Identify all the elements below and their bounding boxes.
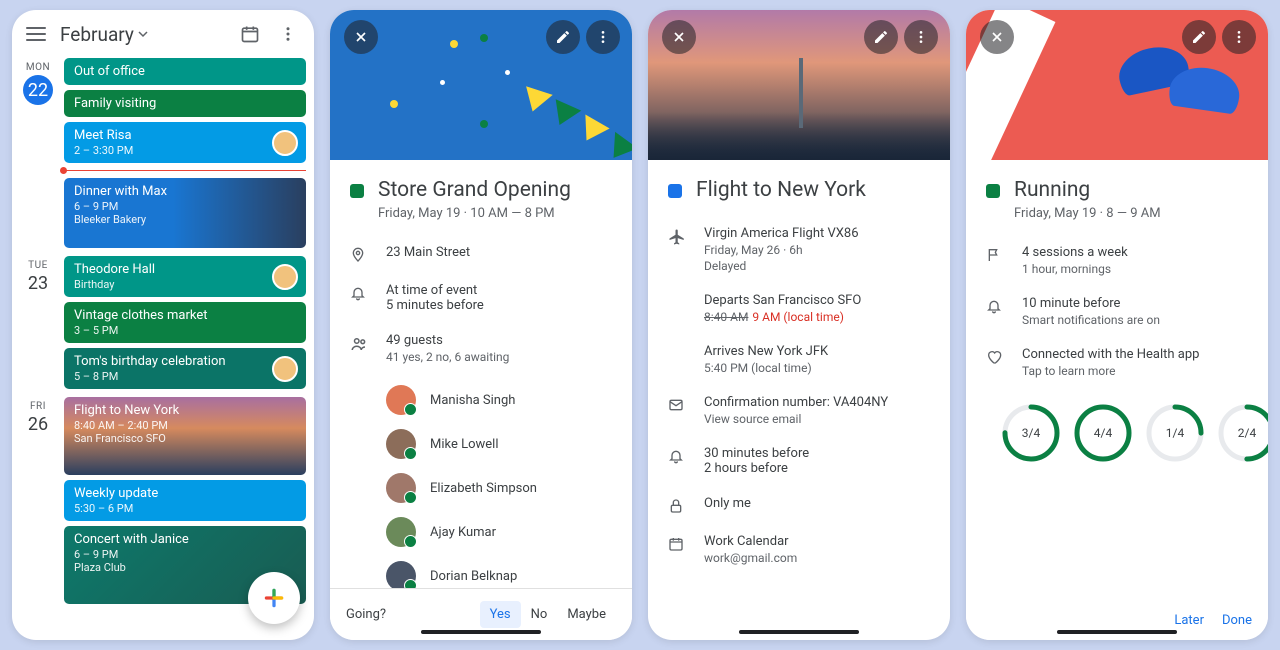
goal-title-block: Running Friday, May 19 · 8 — 9 AM (966, 160, 1268, 235)
avatar (386, 561, 416, 591)
avatar (386, 429, 416, 459)
event-chip[interactable]: Weekly update5:30 – 6 PM (64, 480, 306, 521)
arrival-row: Arrives New York JFK5:40 PM (local time) (668, 334, 930, 385)
home-indicator (739, 630, 859, 634)
event-hero (330, 10, 632, 160)
goal-datetime: Friday, May 19 · 8 — 9 AM (1014, 206, 1161, 221)
goal-detail-screen: Running Friday, May 19 · 8 — 9 AM 4 sessi… (966, 10, 1268, 640)
progress-ring: 1/4 (1146, 404, 1204, 462)
event-chip[interactable]: Out of office (64, 58, 306, 85)
event-chip[interactable]: Vintage clothes market3 – 5 PM (64, 302, 306, 343)
rsvp-no[interactable]: No (521, 601, 558, 628)
notification-row[interactable]: 10 minute beforeSmart notifications are … (986, 286, 1248, 337)
avatar (386, 517, 416, 547)
event-title-block: Store Grand Opening Friday, May 19 · 10 A… (330, 160, 632, 235)
goal-title: Running (1014, 178, 1161, 202)
bell-icon (668, 446, 686, 476)
calendar-color-icon (350, 184, 364, 198)
confirmation-row[interactable]: Confirmation number: VA404NYView source … (668, 385, 930, 436)
bell-icon (350, 283, 368, 313)
goal-hero (966, 10, 1268, 160)
guest-item[interactable]: Ajay Kumar (386, 510, 632, 554)
bell-icon (986, 296, 1004, 327)
today-icon[interactable] (238, 22, 262, 46)
flight-title-block: Flight to New York (648, 160, 950, 216)
event-chip[interactable]: Theodore HallBirthday (64, 256, 306, 297)
calendar-color-icon (986, 184, 1000, 198)
event-chip[interactable]: Meet Risa2 – 3:30 PM (64, 122, 306, 163)
more-icon[interactable] (586, 20, 620, 54)
event-chip[interactable]: Tom's birthday celebration5 – 8 PM (64, 348, 306, 389)
calendar-icon (668, 534, 686, 565)
event-datetime: Friday, May 19 · 10 AM — 8 PM (378, 206, 571, 221)
health-app-row[interactable]: Connected with the Health appTap to lear… (986, 337, 1248, 388)
guests-row[interactable]: 49 guests41 yes, 2 no, 6 awaiting (350, 323, 612, 374)
notification-row[interactable]: 30 minutes before2 hours before (668, 436, 930, 486)
heart-icon (986, 347, 1004, 378)
event-chip[interactable]: Dinner with Max6 – 9 PMBleeker Bakery (64, 178, 306, 248)
departure-row: Departs San Francisco SFO8:40 AM9 AM (lo… (668, 283, 930, 334)
event-chip[interactable]: Family visiting (64, 90, 306, 117)
calendar-row[interactable]: Work Calendarwork@gmail.com (668, 524, 930, 575)
menu-icon[interactable] (26, 27, 46, 41)
done-button[interactable]: Done (1222, 613, 1252, 628)
guest-item[interactable]: Mike Lowell (386, 422, 632, 466)
progress-ring: 2/4 (1218, 404, 1268, 462)
visibility-row[interactable]: Only me (668, 486, 930, 524)
close-icon[interactable] (980, 20, 1014, 54)
date-label[interactable]: FRI26 (12, 397, 64, 604)
notification-row[interactable]: At time of event5 minutes before (350, 273, 612, 323)
edit-icon[interactable] (864, 20, 898, 54)
progress-rings: 3/44/41/4 2/4 (966, 388, 1268, 462)
people-icon (350, 333, 368, 364)
more-icon[interactable] (276, 22, 300, 46)
edit-icon[interactable] (1182, 20, 1216, 54)
more-icon[interactable] (904, 20, 938, 54)
home-indicator (1057, 630, 1177, 634)
going-label: Going? (346, 607, 386, 622)
schedule-list[interactable]: MON22Out of office Family visiting Meet Ri… (12, 58, 314, 624)
calendar-color-icon (668, 184, 682, 198)
mail-icon (668, 395, 686, 426)
month-picker[interactable]: February (60, 23, 148, 46)
more-icon[interactable] (1222, 20, 1256, 54)
event-title: Store Grand Opening (378, 178, 571, 202)
edit-icon[interactable] (546, 20, 580, 54)
goal-action-bar: Later Done (966, 601, 1268, 640)
avatar (386, 385, 416, 415)
close-icon[interactable] (344, 20, 378, 54)
flight-title: Flight to New York (696, 178, 866, 202)
guest-item[interactable]: Elizabeth Simpson (386, 466, 632, 510)
flight-detail-screen: Flight to New York Virgin America Flight… (648, 10, 950, 640)
progress-ring: 3/4 (1002, 404, 1060, 462)
guest-item[interactable]: Manisha Singh (386, 378, 632, 422)
date-label[interactable]: TUE23 (12, 256, 64, 389)
calendar-schedule-screen: February MON22Out of office Family visiti… (12, 10, 314, 640)
flight-info-row: Virgin America Flight VX86Friday, May 26… (668, 216, 930, 283)
progress-ring: 4/4 (1074, 404, 1132, 462)
add-event-fab[interactable] (248, 572, 300, 624)
goal-frequency-row[interactable]: 4 sessions a week1 hour, mornings (986, 235, 1248, 286)
rsvp-maybe[interactable]: Maybe (557, 601, 616, 628)
location-row[interactable]: 23 Main Street (350, 235, 612, 273)
home-indicator (421, 630, 541, 634)
close-icon[interactable] (662, 20, 696, 54)
flag-icon (986, 245, 1004, 276)
flight-hero (648, 10, 950, 160)
topbar: February (12, 10, 314, 58)
event-detail-screen: Store Grand Opening Friday, May 19 · 10 A… (330, 10, 632, 640)
later-button[interactable]: Later (1174, 613, 1204, 628)
event-chip[interactable]: Flight to New York8:40 AM – 2:40 PMSan F… (64, 397, 306, 475)
rsvp-yes[interactable]: Yes (480, 601, 521, 628)
avatar (386, 473, 416, 503)
location-icon (350, 245, 368, 263)
date-label[interactable]: MON22 (12, 58, 64, 248)
plane-icon (668, 226, 686, 273)
lock-icon (668, 496, 686, 514)
